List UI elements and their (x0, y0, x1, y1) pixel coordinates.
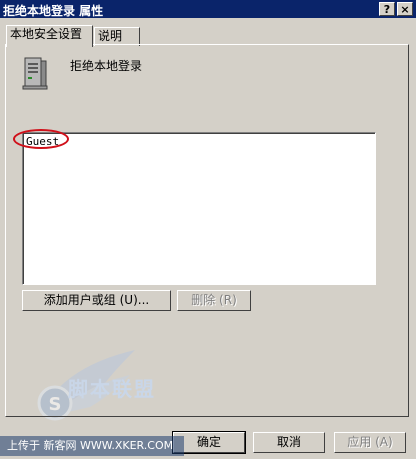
window-title: 拒绝本地登录 属性 (3, 4, 104, 18)
watermark-brand: 脚本联盟 (68, 377, 156, 401)
add-user-or-group-button[interactable]: 添加用户或组 (U)... (22, 290, 171, 311)
help-button[interactable]: ? (379, 2, 395, 16)
cancel-button[interactable]: 取消 (253, 432, 325, 453)
members-list[interactable]: Guest (22, 132, 376, 285)
server-computer-icon (22, 57, 48, 90)
tab-explain-label: 说明 (98, 29, 123, 43)
policy-name: 拒绝本地登录 (70, 59, 143, 73)
remove-button[interactable]: 删除 (R) (177, 290, 251, 311)
tab-local-security-setting[interactable]: 本地安全设置 (6, 25, 93, 47)
tab-local-security-setting-label: 本地安全设置 (10, 27, 83, 41)
apply-button[interactable]: 应用 (A) (334, 432, 406, 453)
watermark-url-strip: 上传于 新客网 WWW.XKER.COM (0, 436, 184, 456)
close-button[interactable]: × (397, 2, 413, 16)
title-bar: 拒绝本地登录 属性 ? × (0, 0, 416, 18)
highlight-annotation (13, 129, 69, 149)
